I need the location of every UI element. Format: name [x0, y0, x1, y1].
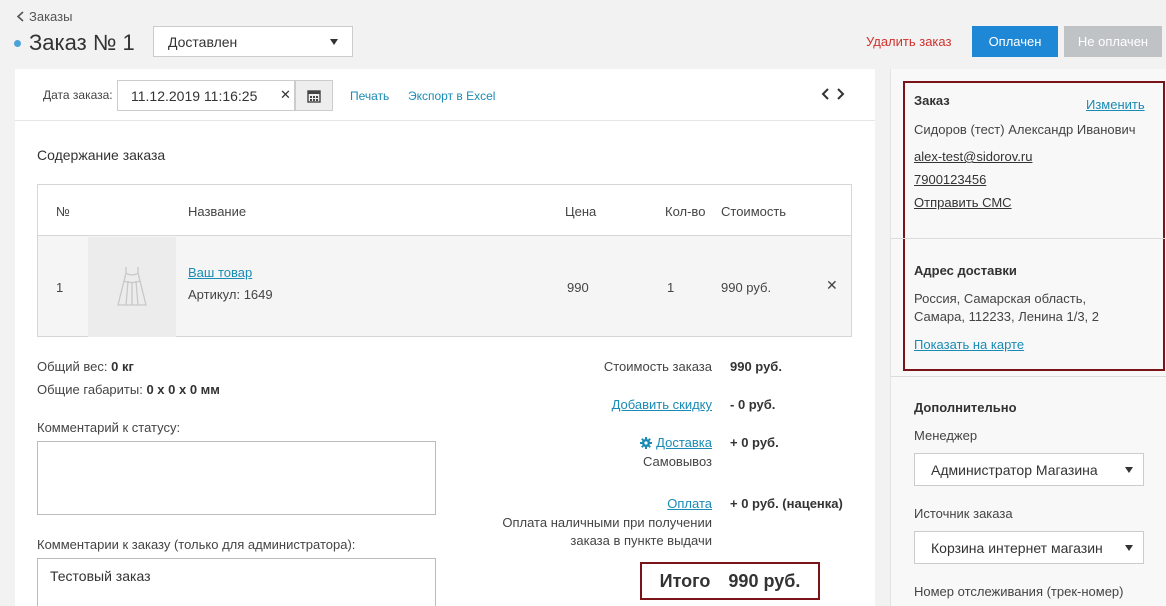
- unpaid-button[interactable]: Не оплачен: [1064, 26, 1162, 57]
- send-sms-link[interactable]: Отправить СМС: [914, 195, 1012, 210]
- column-header-cost: Стоимость: [721, 204, 787, 219]
- extra-section-title: Дополнительно: [914, 400, 1017, 415]
- caret-down-icon: [330, 38, 338, 45]
- admin-comment-value: Тестовый заказ: [50, 568, 151, 584]
- clear-date-icon[interactable]: ✕: [280, 87, 291, 103]
- table-row: 1 Ваш товар Артикул: 1649 990 1 990 руб.…: [38, 237, 851, 337]
- delivery-row[interactable]: Доставка: [640, 435, 712, 450]
- total-weight: Общий вес: 0 кг: [37, 359, 134, 374]
- column-header-qty: Кол-во: [665, 204, 706, 219]
- customer-name: Сидоров (тест) Александр Иванович: [914, 122, 1136, 137]
- order-cost-label: Стоимость заказа: [603, 359, 712, 374]
- row-price: 990: [567, 280, 589, 295]
- back-link[interactable]: Заказы: [16, 9, 72, 24]
- paid-button[interactable]: Оплачен: [972, 26, 1058, 57]
- export-excel-link[interactable]: Экспорт в Excel: [408, 89, 495, 103]
- order-status-value: Доставлен: [168, 33, 238, 50]
- manager-value: Администратор Магазина: [931, 461, 1098, 478]
- payment-link[interactable]: Оплата: [667, 496, 712, 511]
- order-date-label: Дата заказа:: [43, 88, 113, 102]
- order-cost-value: 990 руб.: [730, 359, 782, 374]
- delivery-method: Самовывоз: [643, 454, 712, 469]
- chevron-left-icon[interactable]: [821, 87, 830, 101]
- payment-method-line2: заказа в пункте выдачи: [570, 533, 712, 548]
- total-label: Итого: [659, 570, 711, 591]
- dress-icon: [117, 267, 147, 306]
- order-source-select[interactable]: Корзина интернет магазин: [914, 531, 1144, 564]
- customer-phone-link[interactable]: 7900123456: [914, 172, 986, 187]
- order-toolbar: Дата заказа: 11.12.2019 11:16:25 ✕ Печат…: [15, 69, 875, 121]
- chevron-right-icon[interactable]: [836, 87, 845, 101]
- total-dimensions: Общие габариты: 0 x 0 x 0 мм: [37, 382, 220, 397]
- caret-down-icon: [1125, 544, 1133, 551]
- address-line2: Самара, 112233, Ленина 1/3, 2: [914, 309, 1100, 324]
- customer-email-link[interactable]: alex-test@sidorov.ru: [914, 149, 1032, 164]
- remove-item-icon[interactable]: ✕: [826, 277, 838, 294]
- table-header: № Название Цена Кол-во Стоимость: [38, 185, 851, 236]
- delete-order-link[interactable]: Удалить заказ: [866, 34, 951, 49]
- chevron-left-icon: [16, 11, 24, 22]
- product-sku: Артикул: 1649: [188, 287, 273, 302]
- delivery-value: + 0 руб.: [730, 435, 779, 450]
- admin-comment-label: Комментарии к заказу (только для админис…: [37, 537, 356, 552]
- calendar-button[interactable]: [295, 80, 333, 111]
- column-header-name: Название: [188, 204, 247, 219]
- back-link-label: Заказы: [29, 9, 73, 24]
- column-header-num: №: [56, 204, 70, 219]
- order-source-label: Источник заказа: [914, 506, 1013, 521]
- customer-section-title: Заказ: [914, 93, 950, 108]
- admin-comment-textarea[interactable]: Тестовый заказ: [37, 558, 436, 606]
- add-discount-link[interactable]: Добавить скидку: [612, 397, 712, 412]
- row-num: 1: [56, 280, 64, 295]
- row-qty: 1: [667, 280, 675, 295]
- order-items-table: № Название Цена Кол-во Стоимость 1 Ваш т…: [37, 184, 852, 337]
- page-title: Заказ № 1: [14, 30, 135, 56]
- order-date-value: 11.12.2019 11:16:25: [131, 87, 258, 104]
- delivery-link[interactable]: Доставка: [656, 435, 712, 450]
- gear-icon: [640, 436, 653, 449]
- product-name-link[interactable]: Ваш товар: [188, 265, 252, 280]
- order-status-select[interactable]: Доставлен: [153, 26, 353, 57]
- row-cost: 990 руб.: [721, 280, 772, 295]
- tracking-number-label: Номер отслеживания (трек-номер): [914, 584, 1124, 599]
- order-side-panel: Заказ Изменить Сидоров (тест) Александр …: [890, 69, 1166, 606]
- order-source-value: Корзина интернет магазин: [931, 539, 1103, 556]
- edit-customer-link[interactable]: Изменить: [1086, 97, 1145, 112]
- print-link[interactable]: Печать: [350, 89, 389, 103]
- discount-value: - 0 руб.: [730, 397, 776, 412]
- payment-method-line1: Оплата наличными при получении: [502, 515, 712, 530]
- manager-label: Менеджер: [914, 428, 978, 443]
- order-total: Итого 990 руб.: [640, 562, 820, 600]
- payment-value: + 0 руб. (наценка): [730, 496, 843, 511]
- total-value: 990 руб.: [728, 570, 801, 591]
- page-title-text: Заказ № 1: [29, 30, 135, 55]
- total-dimensions-value: 0 x 0 x 0 мм: [146, 382, 220, 397]
- status-comment-label: Комментарий к статусу:: [37, 420, 181, 435]
- order-nav: [821, 87, 845, 101]
- order-main-panel: Дата заказа: 11.12.2019 11:16:25 ✕ Печат…: [15, 69, 875, 606]
- order-date-input[interactable]: 11.12.2019 11:16:25: [117, 80, 295, 111]
- caret-down-icon: [1125, 466, 1133, 473]
- order-contents-title: Содержание заказа: [37, 147, 166, 163]
- column-header-price: Цена: [565, 204, 597, 219]
- total-dimensions-label: Общие габариты:: [37, 382, 143, 397]
- status-comment-textarea[interactable]: [37, 441, 436, 515]
- product-thumbnail: [88, 237, 176, 337]
- divider: [891, 376, 1166, 377]
- manager-select[interactable]: Администратор Магазина: [914, 453, 1144, 486]
- divider: [891, 238, 1166, 239]
- total-weight-label: Общий вес:: [37, 359, 108, 374]
- show-on-map-link[interactable]: Показать на карте: [914, 337, 1024, 352]
- address-line1: Россия, Самарская область,: [914, 291, 1087, 306]
- status-dot: [14, 39, 21, 47]
- calendar-icon: [307, 89, 321, 103]
- total-weight-value: 0 кг: [111, 359, 134, 374]
- address-section-title: Адрес доставки: [914, 263, 1017, 278]
